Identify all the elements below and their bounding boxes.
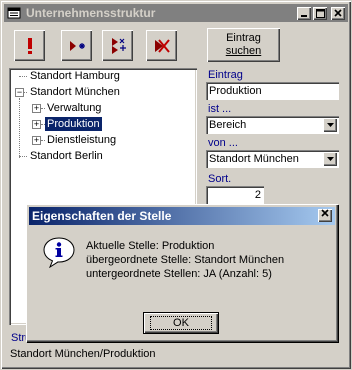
- sort-field[interactable]: 2: [206, 186, 264, 204]
- move-icon: [111, 37, 126, 54]
- properties-dialog: Eigenschaften der Stelle Aktuelle Stelle…: [26, 204, 338, 342]
- chevron-down-icon: [326, 157, 334, 161]
- is-label: ist ...: [208, 103, 232, 115]
- form-icon: [7, 7, 21, 19]
- entry-label: Eintrag: [208, 69, 243, 81]
- collapse-toggle[interactable]: −: [15, 88, 24, 97]
- arrow-new-icon: [69, 40, 85, 51]
- exclamation-icon: [27, 37, 32, 54]
- expand-toggle[interactable]: +: [32, 104, 41, 113]
- close-button[interactable]: [331, 6, 345, 20]
- minimize-icon: [301, 15, 307, 17]
- search-entry-button[interactable]: Eintrag suchen: [207, 28, 280, 62]
- expand-toggle[interactable]: +: [32, 136, 41, 145]
- of-dropdown-button[interactable]: [323, 152, 337, 166]
- dialog-line-current: Aktuelle Stelle: Produktion: [86, 240, 215, 252]
- ok-button[interactable]: OK: [143, 312, 219, 334]
- new-entry-button[interactable]: [61, 30, 92, 61]
- title-bar: Unternehmensstruktur: [4, 4, 348, 22]
- tree-item-produktion[interactable]: Produktion: [45, 117, 102, 131]
- delete-entry-button[interactable]: [146, 30, 177, 61]
- window-title: Unternehmensstruktur: [26, 6, 156, 20]
- dialog-line-parent: übergeordnete Stelle: Standort München: [86, 254, 285, 266]
- close-icon: [321, 209, 329, 217]
- move-entry-button[interactable]: [102, 30, 133, 61]
- dialog-close-button[interactable]: [318, 209, 332, 222]
- status-path: Standort München/Produktion: [10, 348, 156, 360]
- dialog-title-bar: Eigenschaften der Stelle: [29, 207, 335, 225]
- alert-button[interactable]: [14, 30, 45, 61]
- delete-icon: [154, 38, 170, 53]
- of-select[interactable]: Standort München: [206, 150, 339, 168]
- tree-item-dienstleistung[interactable]: Dienstleistung: [47, 133, 116, 147]
- tree-item-verwaltung[interactable]: Verwaltung: [47, 101, 101, 115]
- tree-item-berlin[interactable]: Standort Berlin: [30, 149, 103, 163]
- tree-item-hamburg[interactable]: Standort Hamburg: [30, 69, 120, 83]
- maximize-icon: [315, 8, 325, 18]
- info-icon: [43, 237, 75, 268]
- close-icon: [334, 9, 342, 17]
- search-entry-label-2: suchen: [225, 45, 262, 57]
- of-value: Standort München: [209, 153, 299, 165]
- is-select[interactable]: Bereich: [206, 116, 339, 134]
- dialog-title: Eigenschaften der Stelle: [32, 209, 172, 223]
- expand-toggle[interactable]: +: [32, 120, 41, 129]
- minimize-button[interactable]: [297, 6, 311, 20]
- search-entry-label-1: Eintrag: [226, 32, 261, 44]
- of-label: von ...: [208, 137, 238, 149]
- maximize-button[interactable]: [313, 6, 327, 20]
- ok-label: OK: [150, 316, 212, 330]
- entry-field[interactable]: Produktion: [206, 82, 339, 100]
- sort-label: Sort.: [208, 173, 232, 185]
- tree-item-muenchen[interactable]: Standort München: [30, 85, 120, 99]
- dialog-line-children: untergeordnete Stellen: JA (Anzahl: 5): [86, 268, 272, 280]
- is-value: Bereich: [209, 119, 247, 131]
- is-dropdown-button[interactable]: [323, 118, 337, 132]
- chevron-down-icon: [326, 123, 334, 127]
